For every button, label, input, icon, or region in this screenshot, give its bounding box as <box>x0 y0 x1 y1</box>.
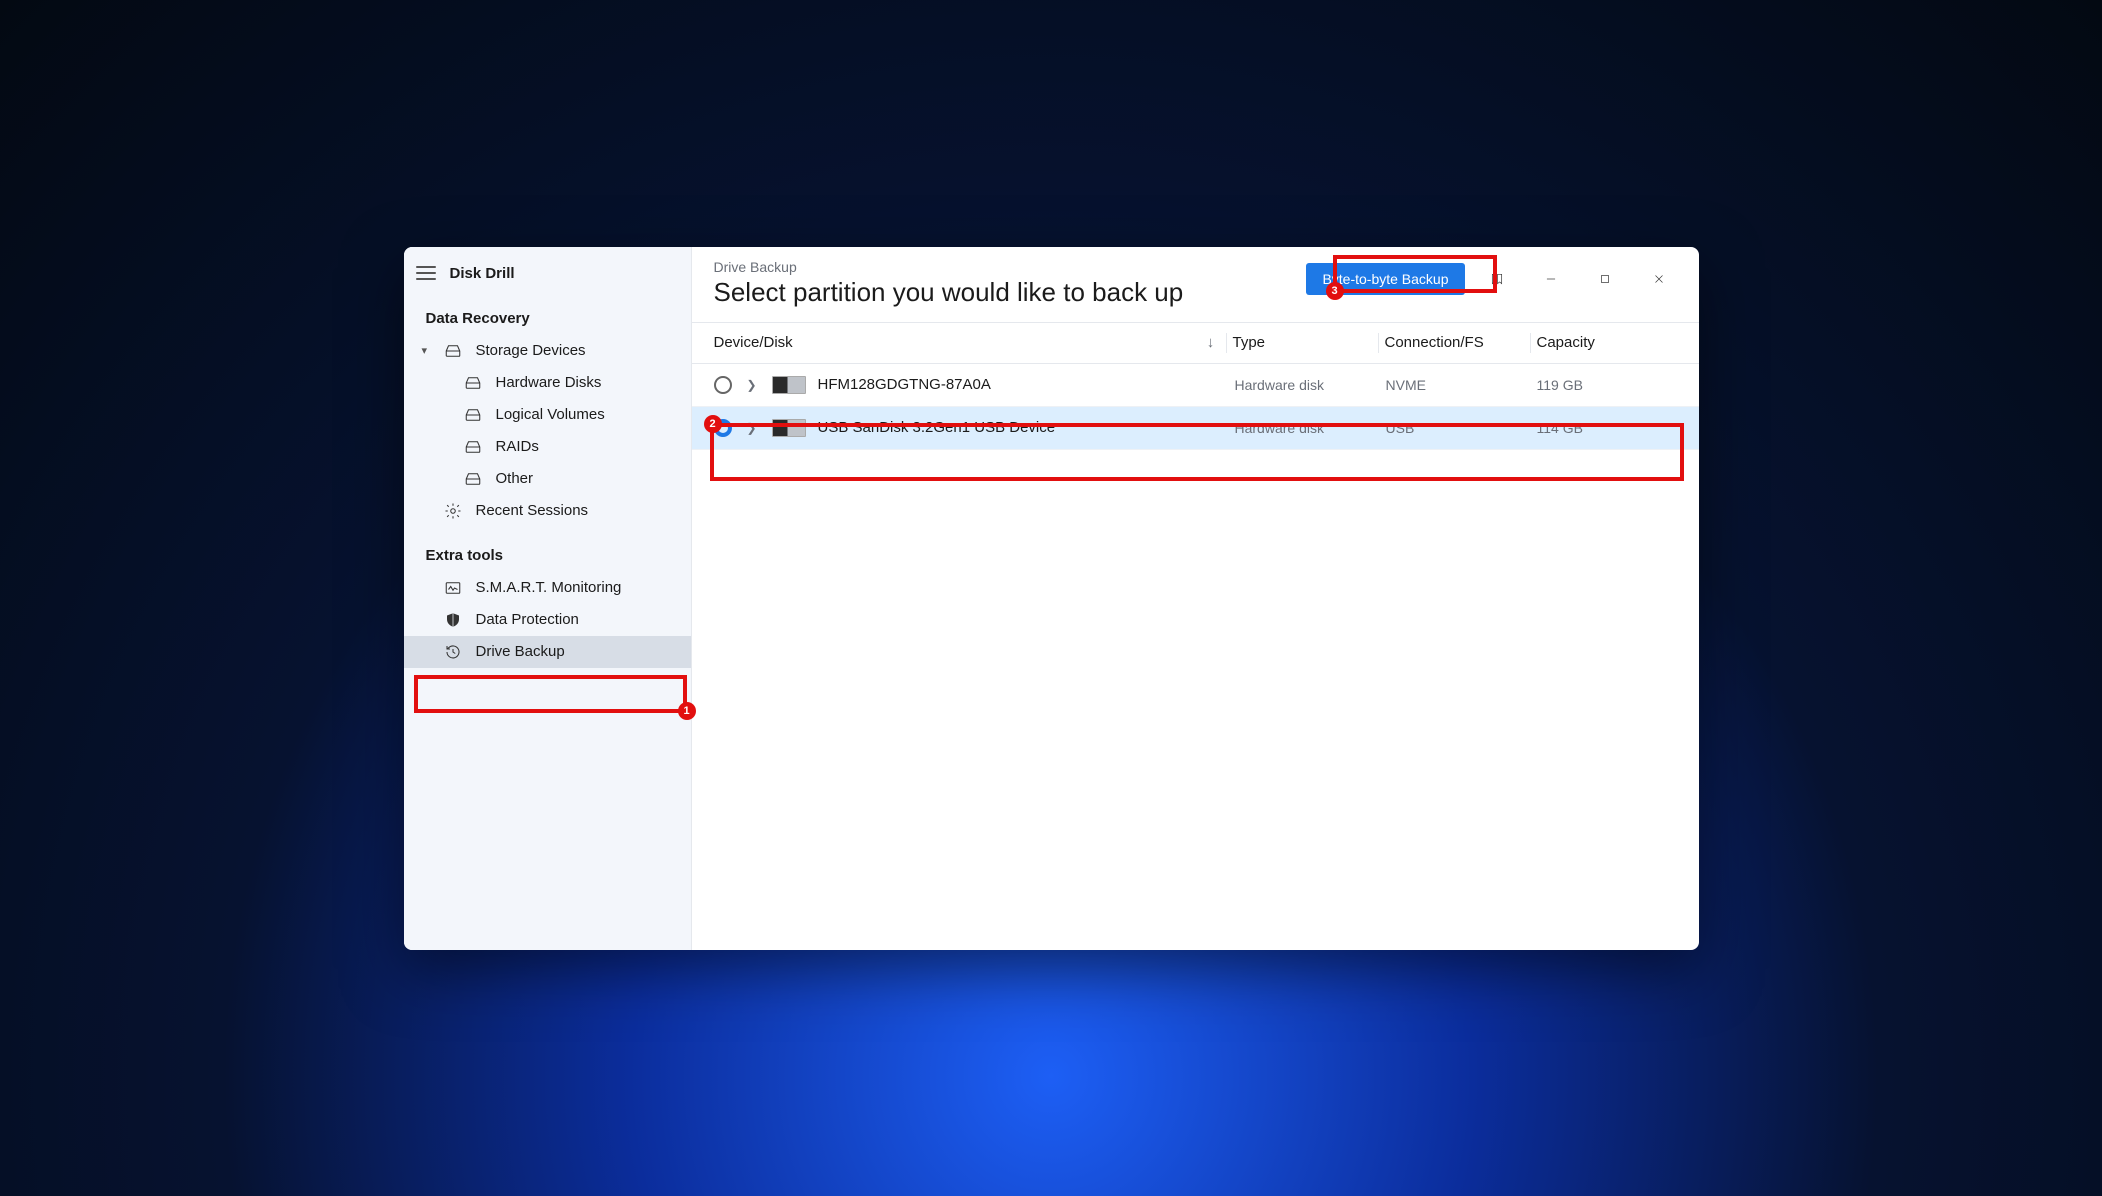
main-header-left: Drive Backup Select partition you would … <box>714 259 1184 308</box>
device-capacity: 114 GB <box>1531 420 1677 436</box>
main-content: Drive Backup Select partition you would … <box>692 247 1699 950</box>
nav-heading: Extra tools <box>404 539 691 572</box>
callout-badge-1: 1 <box>678 702 696 720</box>
sidebar-item-label: Data Protection <box>476 611 579 628</box>
sidebar-item-hardware-disks[interactable]: Hardware Disks <box>404 367 691 399</box>
main-header: Drive Backup Select partition you would … <box>692 247 1699 322</box>
table-header: Device/Disk ↓ Type Connection/FS Capacit… <box>692 322 1699 364</box>
disk-icon <box>464 438 482 456</box>
disk-icon <box>464 470 482 488</box>
hamburger-icon[interactable] <box>416 266 436 280</box>
disk-icon <box>464 406 482 424</box>
device-connection: NVME <box>1380 377 1531 393</box>
chevron-down-icon: ▾ <box>422 344 428 357</box>
sidebar-item-label: Drive Backup <box>476 643 565 660</box>
nav-heading: Data Recovery <box>404 302 691 335</box>
sidebar-item-label: Storage Devices <box>476 342 586 359</box>
sidebar-top: Disk Drill <box>404 257 691 296</box>
sidebar-item-recent-sessions[interactable]: Recent Sessions <box>404 495 691 527</box>
callout-badge-3: 3 <box>1326 282 1344 300</box>
main-header-right: Byte-to-byte Backup <box>1306 263 1680 295</box>
nav-section-extra-tools: Extra tools S.M.A.R.T. Monitoring Data P… <box>404 533 691 674</box>
sidebar-item-drive-backup[interactable]: Drive Backup <box>404 636 691 668</box>
sidebar-item-label: RAIDs <box>496 438 539 455</box>
column-device[interactable]: Device/Disk <box>714 334 1196 351</box>
device-type: Hardware disk <box>1229 420 1380 436</box>
sidebar-item-logical-volumes[interactable]: Logical Volumes <box>404 399 691 431</box>
device-connection: USB <box>1380 420 1531 436</box>
breadcrumb: Drive Backup <box>714 259 1184 275</box>
sidebar-item-smart-monitoring[interactable]: S.M.A.R.T. Monitoring <box>404 572 691 604</box>
sidebar-item-label: Recent Sessions <box>476 502 589 519</box>
column-capacity[interactable]: Capacity <box>1530 333 1677 353</box>
sidebar-item-data-protection[interactable]: Data Protection <box>404 604 691 636</box>
gear-icon <box>444 502 462 520</box>
sidebar: Disk Drill Data Recovery ▾ Storage Devic… <box>404 247 692 950</box>
close-button[interactable] <box>1637 263 1681 295</box>
bookmark-icon[interactable] <box>1475 263 1519 295</box>
drive-icon <box>772 376 806 394</box>
callout-badge-2: 2 <box>704 415 722 433</box>
sort-indicator-icon[interactable]: ↓ <box>1196 334 1226 351</box>
chevron-right-icon[interactable]: ❯ <box>746 378 758 392</box>
column-type[interactable]: Type <box>1226 333 1378 353</box>
monitor-icon <box>444 579 462 597</box>
column-connection[interactable]: Connection/FS <box>1378 333 1530 353</box>
sidebar-item-other[interactable]: Other <box>404 463 691 495</box>
sidebar-item-label: Other <box>496 470 534 487</box>
chevron-right-icon[interactable]: ❯ <box>746 421 758 435</box>
maximize-button[interactable] <box>1583 263 1627 295</box>
sidebar-item-label: S.M.A.R.T. Monitoring <box>476 579 622 596</box>
disk-icon <box>464 374 482 392</box>
sidebar-item-label: Logical Volumes <box>496 406 605 423</box>
device-table: Device/Disk ↓ Type Connection/FS Capacit… <box>692 322 1699 450</box>
drive-icon <box>772 419 806 437</box>
shield-icon <box>444 611 462 629</box>
device-name: HFM128GDGTNG-87A0A <box>818 376 1199 393</box>
table-row[interactable]: ❯ USB SanDisk 3.2Gen1 USB Device Hardwar… <box>692 407 1699 450</box>
page-title: Select partition you would like to back … <box>714 277 1184 308</box>
table-row[interactable]: ❯ HFM128GDGTNG-87A0A Hardware disk NVME … <box>692 364 1699 407</box>
device-name: USB SanDisk 3.2Gen1 USB Device <box>818 419 1199 436</box>
sidebar-item-label: Hardware Disks <box>496 374 602 391</box>
device-capacity: 119 GB <box>1531 377 1677 393</box>
device-type: Hardware disk <box>1229 377 1380 393</box>
app-title: Disk Drill <box>450 265 515 282</box>
sidebar-item-raids[interactable]: RAIDs <box>404 431 691 463</box>
disk-icon <box>444 342 462 360</box>
sidebar-item-storage-devices[interactable]: ▾ Storage Devices <box>404 335 691 367</box>
nav-section-data-recovery: Data Recovery ▾ Storage Devices Hardware… <box>404 296 691 533</box>
minimize-button[interactable] <box>1529 263 1573 295</box>
history-icon <box>444 643 462 661</box>
radio-unselected[interactable] <box>714 376 732 394</box>
app-window: Disk Drill Data Recovery ▾ Storage Devic… <box>404 247 1699 950</box>
